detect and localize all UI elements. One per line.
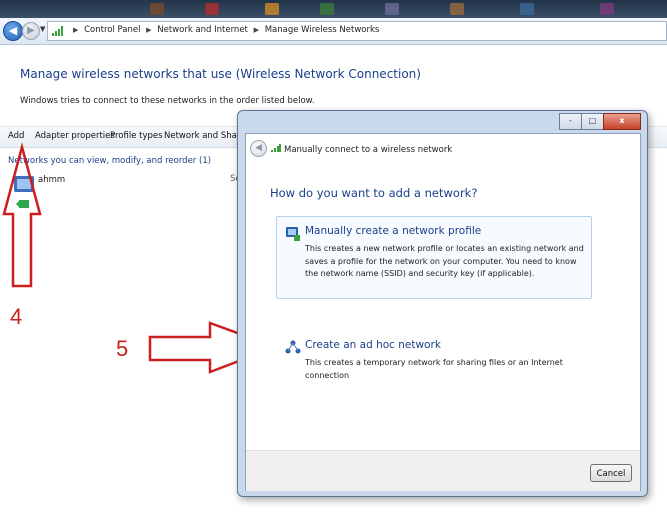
address-bar: ◀ ▶ ▼ ▶ Control Panel ▶ Network and Inte… <box>0 18 667 45</box>
minimize-button[interactable]: - <box>559 113 582 130</box>
network-profile-icon <box>286 227 300 241</box>
taskbar-icon[interactable] <box>450 3 464 15</box>
option-description: This creates a new network profile or lo… <box>305 244 584 278</box>
dialog-footer: Cancel <box>246 450 640 491</box>
list-group-header: Networks you can view, modify, and reord… <box>8 156 212 166</box>
chevron-right-icon[interactable]: ▶ <box>73 26 78 34</box>
network-name: ahmm <box>38 175 66 185</box>
chevron-right-icon[interactable]: ▶ <box>146 26 151 34</box>
back-button[interactable]: ◀ <box>3 21 23 41</box>
dialog-content: ◀ Manually connect to a wireless network… <box>245 133 641 491</box>
breadcrumb-control-panel[interactable]: Control Panel <box>84 25 140 35</box>
close-button[interactable]: x <box>603 113 641 130</box>
taskbar-icon[interactable] <box>150 3 164 15</box>
breadcrumb[interactable]: ▶ Control Panel ▶ Network and Internet ▶… <box>47 21 667 41</box>
dialog-back-button[interactable]: ◀ <box>250 140 267 157</box>
breadcrumb-manage-wireless[interactable]: Manage Wireless Networks <box>265 25 380 35</box>
taskbar-icon[interactable] <box>600 3 614 15</box>
taskbar-strip <box>0 0 667 18</box>
forward-button[interactable]: ▶ <box>22 22 40 40</box>
dialog-question: How do you want to add a network? <box>270 186 478 200</box>
page-title: Manage wireless networks that use (Wirel… <box>20 67 421 81</box>
history-dropdown-icon[interactable]: ▼ <box>40 25 45 33</box>
dialog-header: ◀ Manually connect to a wireless network <box>246 134 640 160</box>
taskbar-icon[interactable] <box>385 3 399 15</box>
breadcrumb-network-internet[interactable]: Network and Internet <box>157 25 248 35</box>
add-button[interactable]: Add <box>8 131 24 141</box>
taskbar-icon[interactable] <box>320 3 334 15</box>
page-subtitle: Windows tries to connect to these networ… <box>20 96 315 106</box>
dialog-title: Manually connect to a wireless network <box>284 145 453 155</box>
maximize-button[interactable]: □ <box>581 113 604 130</box>
taskbar-icon[interactable] <box>520 3 534 15</box>
cancel-button[interactable]: Cancel <box>590 464 632 482</box>
window-controls: - □ x <box>559 113 641 130</box>
taskbar-icon[interactable] <box>205 3 219 15</box>
profile-types-button[interactable]: Profile types <box>110 131 163 141</box>
chevron-right-icon[interactable]: ▶ <box>254 26 259 34</box>
wireless-signal-icon <box>271 144 281 152</box>
ad-hoc-network-icon <box>285 340 301 354</box>
option-description: This creates a temporary network for sha… <box>305 358 563 380</box>
option-title: Create an ad hoc network <box>305 339 441 351</box>
adapter-properties-button[interactable]: Adapter properties <box>35 131 115 141</box>
list-item[interactable]: ahmm Se <box>8 172 248 220</box>
option-title: Manually create a network profile <box>305 225 482 237</box>
manual-connect-dialog: - □ x ◀ Manually connect to a wireless n… <box>237 110 648 497</box>
annotation-step-5: 5 <box>116 336 129 361</box>
wireless-signal-icon <box>52 26 63 36</box>
ad-hoc-network-option[interactable]: Create an ad hoc network This creates a … <box>276 330 592 380</box>
taskbar-icon[interactable] <box>265 3 279 15</box>
manual-profile-option[interactable]: Manually create a network profile This c… <box>276 216 592 299</box>
annotation-step-4: 4 <box>10 304 23 329</box>
wireless-network-icon <box>14 176 34 208</box>
